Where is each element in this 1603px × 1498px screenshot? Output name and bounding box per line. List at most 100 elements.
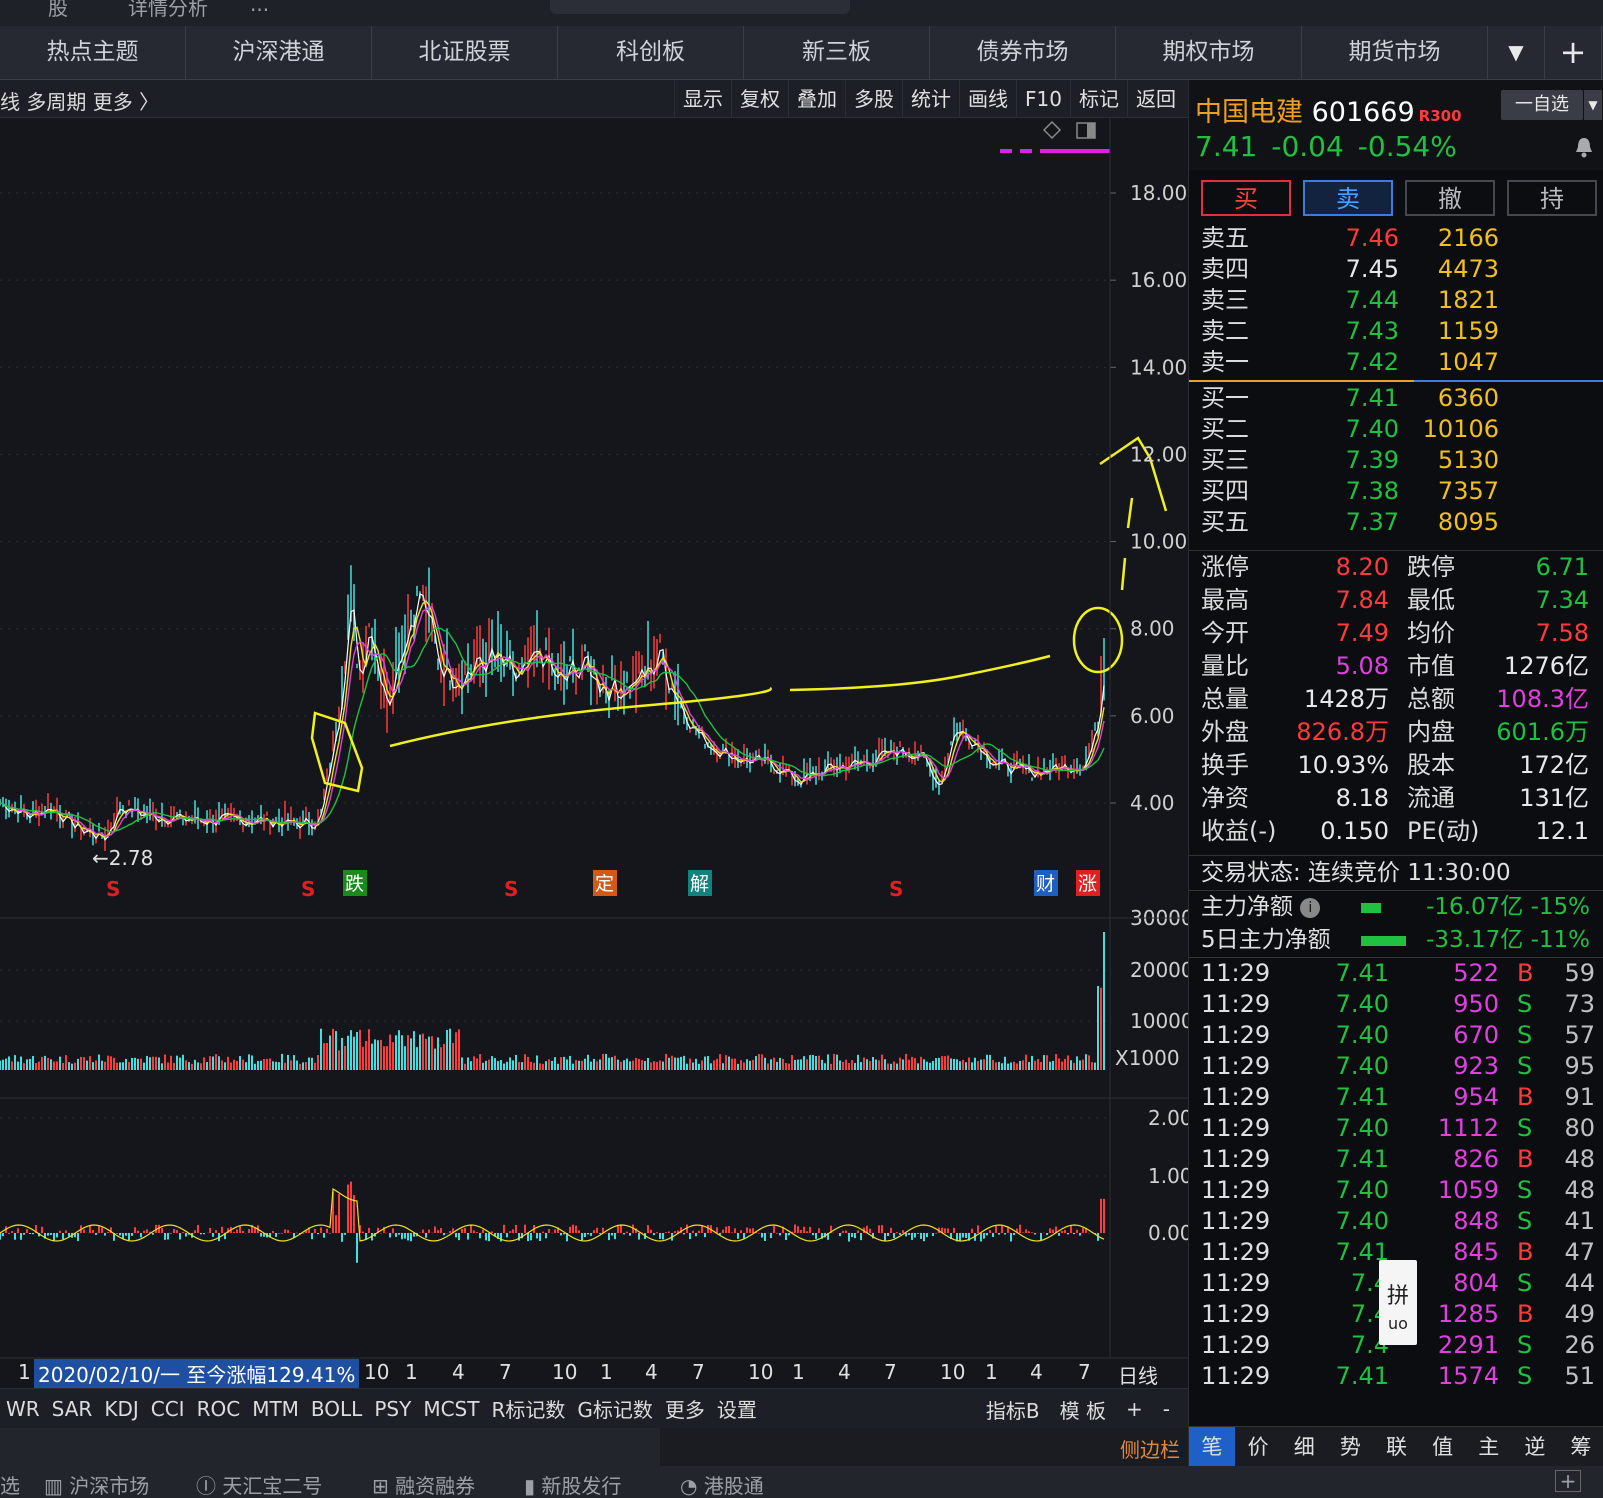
ind-tab-roc[interactable]: ROC (191, 1397, 247, 1421)
ind-tab-settings[interactable]: 设置 (711, 1394, 763, 1423)
level-price: 7.37 (1345, 508, 1399, 536)
tick-price: 7.40 (1335, 1052, 1389, 1080)
tab-hk-connect[interactable]: 沪深港通 (186, 26, 372, 80)
period-menu[interactable]: 线 多周期 更多 〉 (0, 86, 159, 115)
adjust-button[interactable]: 复权 (731, 80, 788, 118)
level-price: 7.46 (1345, 224, 1399, 252)
stat-label: 最高 (1201, 586, 1249, 614)
panel-tab[interactable]: 细 (1281, 1427, 1327, 1466)
sidebar-toggle-button[interactable]: 侧边栏 (1120, 1434, 1180, 1463)
orderbook-row[interactable]: 买三 7.39 5130 (1189, 445, 1603, 476)
tick-time: 11:29 (1201, 990, 1271, 1018)
ind-tab-r-mark[interactable]: R标记数 (485, 1394, 571, 1423)
ind-tab-mtm[interactable]: MTM (246, 1397, 305, 1421)
mark-button[interactable]: 标记 (1070, 80, 1127, 118)
ind-tab-mcst[interactable]: MCST (417, 1397, 485, 1421)
panel-tab[interactable]: 笔 (1189, 1427, 1236, 1466)
panel-tab[interactable]: 值 (1420, 1427, 1466, 1466)
stock-code: 601669 (1311, 97, 1415, 128)
display-button[interactable]: 显示 (674, 80, 731, 118)
tab-star-market[interactable]: 科创板 (558, 26, 744, 80)
back-button[interactable]: 返回 (1127, 80, 1184, 118)
price-tick-label: 12.00 (1130, 442, 1187, 466)
sell-button[interactable]: 卖 (1303, 180, 1393, 216)
orderbook-row[interactable]: 卖三 7.44 1821 (1189, 285, 1603, 316)
stat-value: 8.20 (1335, 553, 1389, 581)
nav-more-dropdown[interactable]: ▼ (1488, 26, 1545, 80)
orderbook-row[interactable]: 卖一 7.42 1047 (1189, 347, 1603, 378)
ind-tab-more[interactable]: 更多 (659, 1394, 711, 1423)
ind-tab-boll[interactable]: BOLL (305, 1397, 368, 1421)
orderbook-row[interactable]: 卖五 7.46 2166 (1189, 223, 1603, 254)
panel-tab[interactable]: 价 (1235, 1427, 1281, 1466)
multi-stock-button[interactable]: 多股 (845, 80, 902, 118)
stats-row: 量比 5.08 市值 1276亿 (1189, 650, 1603, 683)
status-item-hs-market[interactable]: ▥ 沪深市场 (44, 1470, 149, 1498)
tick-side: S (1517, 1114, 1533, 1142)
tick-time: 11:29 (1201, 1331, 1271, 1359)
status-item-margin[interactable]: ⊞ 融资融券 (372, 1470, 475, 1498)
stat-value: 108.3亿 (1496, 685, 1589, 713)
tab-bond-market[interactable]: 债券市场 (930, 26, 1116, 80)
cancel-order-button[interactable]: 撤 (1405, 180, 1495, 216)
watchlist-dropdown[interactable]: ▼ (1584, 90, 1602, 120)
ind-tab-cci[interactable]: CCI (145, 1397, 191, 1421)
topbar-item[interactable]: ... (250, 0, 269, 16)
indicator-b-button[interactable]: 指标B (976, 1395, 1050, 1424)
x-tick-label: 1 (792, 1360, 805, 1384)
draw-line-button[interactable]: 画线 (959, 80, 1016, 118)
kline-chart[interactable]: 18.0016.0014.0012.0010.008.006.004.00300… (0, 118, 1194, 1388)
stats-button[interactable]: 统计 (902, 80, 959, 118)
orderbook-row[interactable]: 买五 7.37 8095 (1189, 507, 1603, 538)
remove-watchlist-button[interactable]: 一自选 (1501, 90, 1583, 120)
ma-line-magenta (0, 605, 1105, 837)
kline-chart-area[interactable]: 18.00 16.00 14.00 12.00 10.00 8.00 6.00 4.00 300… (0, 118, 1194, 1389)
status-item-hk-connect[interactable]: ◔ 港股通 (680, 1470, 764, 1498)
zoom-out-button[interactable]: - (1153, 1397, 1180, 1421)
status-item-ipo[interactable]: ▮ 新股发行 (524, 1470, 621, 1498)
ind-tab-sar[interactable]: SAR (46, 1397, 99, 1421)
panel-tab[interactable]: 势 (1327, 1427, 1373, 1466)
orderbook-row[interactable]: 卖四 7.45 4473 (1189, 254, 1603, 285)
indicator-tick-label: 2.00 (1148, 1106, 1188, 1130)
orderbook-row[interactable]: 买一 7.41 6360 (1189, 383, 1603, 414)
holdings-button[interactable]: 持 (1507, 180, 1597, 216)
tab-neeq[interactable]: 新三板 (744, 26, 930, 80)
topbar-item[interactable]: 股 (48, 0, 68, 21)
tab-hot-topics[interactable]: 热点主题 (0, 26, 186, 80)
buy-button[interactable]: 买 (1201, 180, 1291, 216)
scroll-track[interactable] (0, 1428, 660, 1466)
level-price: 7.43 (1345, 317, 1399, 345)
panel-tab[interactable]: 联 (1373, 1427, 1419, 1466)
topbar-item[interactable]: 详情分析 (128, 0, 208, 21)
template-button[interactable]: 模 板 (1050, 1395, 1116, 1424)
period-label[interactable]: 日线 (1118, 1360, 1158, 1389)
ind-tab-g-mark[interactable]: G标记数 (571, 1394, 659, 1423)
ind-tab-wr[interactable]: WR (0, 1397, 46, 1421)
tab-options-market[interactable]: 期权市场 (1116, 26, 1302, 80)
add-status-icon[interactable]: + (1555, 1470, 1581, 1492)
info-icon[interactable]: i (1300, 897, 1321, 918)
orderbook-row[interactable]: 买二 7.40 10106 (1189, 414, 1603, 445)
zoom-in-button[interactable]: + (1116, 1397, 1153, 1421)
panel-tab[interactable]: 筹 (1558, 1427, 1603, 1466)
orderbook-row[interactable]: 卖二 7.43 1159 (1189, 316, 1603, 347)
search-input[interactable] (550, 0, 850, 14)
tick-row: 11:29 7.40 1112 S 80 (1189, 1113, 1603, 1144)
f10-button[interactable]: F10 (1016, 80, 1070, 118)
ind-tab-psy[interactable]: PSY (368, 1397, 417, 1421)
status-item-thb[interactable]: Ⓘ 天汇宝二号 (196, 1470, 322, 1498)
add-tab-button[interactable]: + (1545, 26, 1602, 80)
panel-tab[interactable]: 逆 (1512, 1427, 1558, 1466)
tab-futures-market[interactable]: 期货市场 (1302, 26, 1488, 80)
diamond-icon[interactable] (1042, 120, 1062, 140)
panel-tab[interactable]: 主 (1466, 1427, 1512, 1466)
overlay-button[interactable]: 叠加 (788, 80, 845, 118)
bell-icon[interactable] (1574, 136, 1594, 158)
orderbook-row[interactable]: 买四 7.38 7357 (1189, 476, 1603, 507)
ind-tab-kdj[interactable]: KDJ (98, 1397, 144, 1421)
stat-value: 7.84 (1335, 586, 1389, 614)
status-item[interactable]: 选 (0, 1470, 20, 1498)
pin-popup[interactable]: 拼 uo (1379, 1260, 1417, 1345)
tab-bse-stocks[interactable]: 北证股票 (372, 26, 558, 80)
